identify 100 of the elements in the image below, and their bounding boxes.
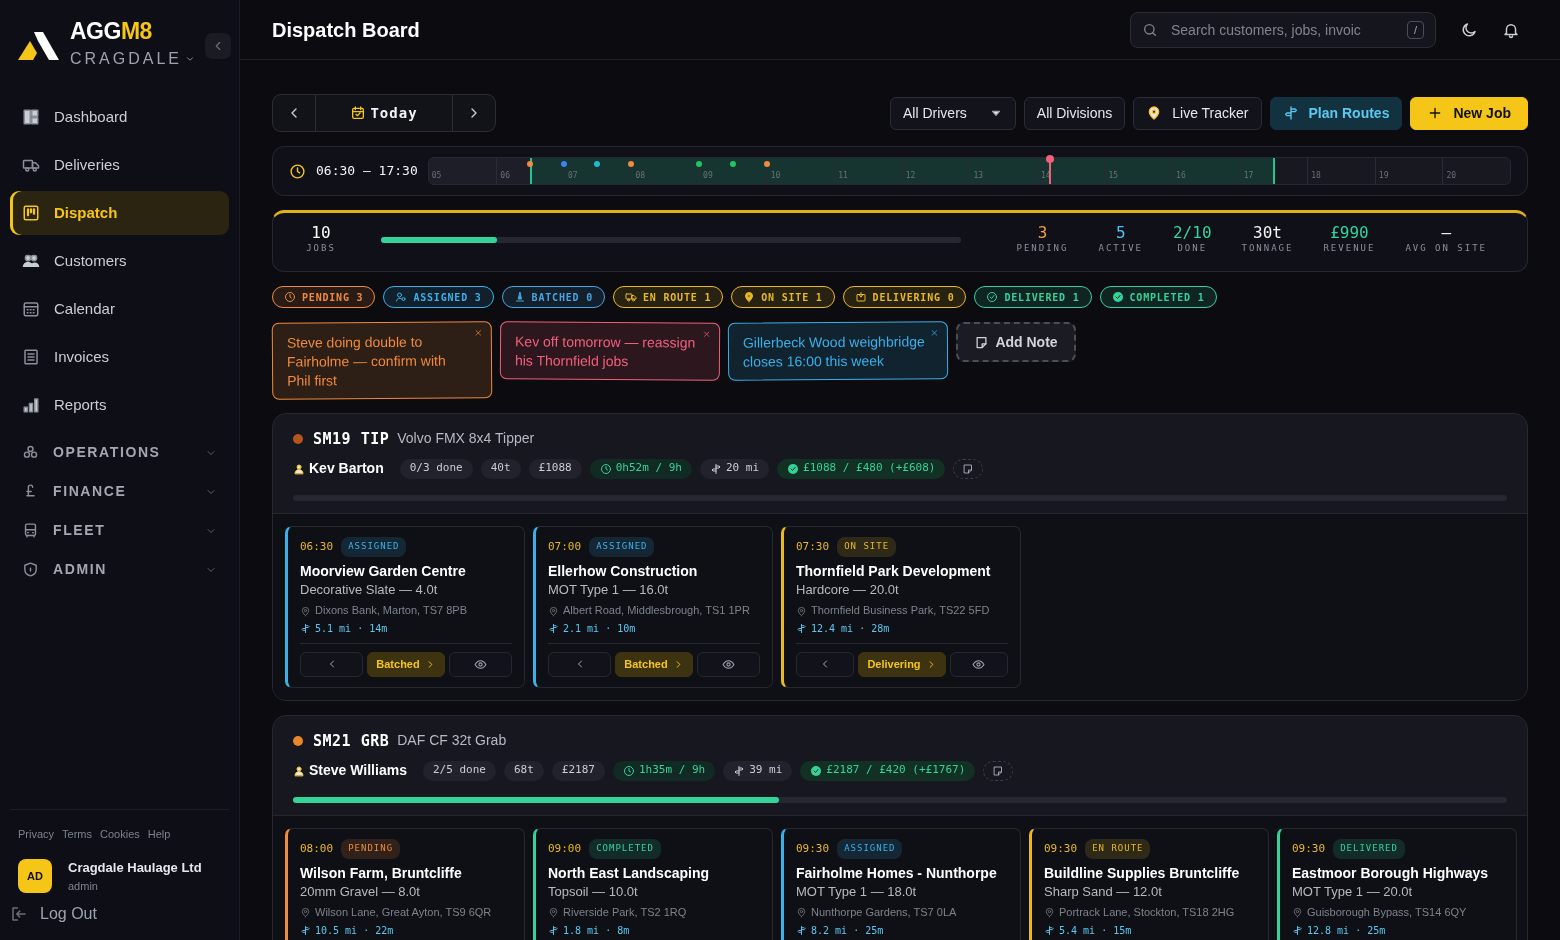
- stat-value: 10: [311, 224, 331, 243]
- summary-chip: £1088: [528, 458, 582, 479]
- check-circle-icon: [986, 291, 999, 303]
- status-filter-chip[interactable]: DELIVERED 1: [974, 286, 1092, 308]
- summary-chip: 20 mi: [699, 458, 770, 479]
- status-filter-chip[interactable]: BATCHED 0: [501, 286, 605, 308]
- summary-chip: 2/5 done: [422, 760, 496, 781]
- route-distance: 1.8 mi · 8m: [563, 924, 630, 937]
- sidebar-nav-item[interactable]: Dashboard: [10, 95, 229, 139]
- sidebar-section[interactable]: ADMIN: [10, 552, 229, 587]
- sidebar-nav-item[interactable]: Dispatch: [10, 191, 229, 235]
- job-material: Sharp Sand — 12.0t: [1044, 884, 1163, 901]
- vehicle-model: Volvo FMX 8x4 Tipper: [397, 429, 535, 449]
- job-address: Thornfield Business Park, TS22 5FD: [811, 604, 990, 618]
- location-pin-icon: [1044, 907, 1055, 919]
- sidebar-section[interactable]: OPERATIONS: [10, 435, 229, 470]
- footer-link[interactable]: Terms: [62, 825, 92, 842]
- sidebar-nav-item[interactable]: Customers: [10, 239, 229, 283]
- sidebar-nav-item[interactable]: Invoices: [10, 335, 229, 379]
- customer-name: Buildline Supplies Bruntcliffe: [1044, 864, 1241, 883]
- stat-label: ACTIVE: [1098, 242, 1143, 256]
- logout-button[interactable]: Log Out: [10, 902, 97, 926]
- job-material: MOT Type 1 — 20.0t: [1292, 884, 1414, 901]
- bar-chart-icon: [22, 396, 40, 414]
- shortcut-key: /: [1406, 20, 1424, 39]
- status-filter-chip[interactable]: ON SITE 1: [731, 286, 835, 308]
- close-icon: [929, 327, 939, 337]
- clock-icon: [622, 764, 635, 777]
- division-selector[interactable]: CRAGDALE: [70, 47, 196, 71]
- stat-label: PENDING: [1016, 242, 1069, 256]
- note-icon: [974, 334, 990, 350]
- footer-link[interactable]: Help: [147, 825, 171, 842]
- stat-value: 30t: [1253, 224, 1282, 243]
- eye-icon: [473, 657, 487, 671]
- hour-label: 13: [969, 158, 983, 184]
- note-text: Gillerbeck Wood weighbridge closes 16:00 this week: [742, 333, 925, 370]
- new-job-button[interactable]: New Job: [1410, 96, 1528, 130]
- signpost-icon: [1044, 925, 1055, 937]
- summary-chip: £2187: [551, 760, 605, 781]
- note-icon: [962, 462, 975, 475]
- signpost-icon: [300, 623, 311, 635]
- signpost-icon: [1292, 925, 1303, 937]
- search-icon: [1142, 21, 1158, 38]
- status-filter-chip[interactable]: EN ROUTE 1: [613, 286, 724, 308]
- add-note-button[interactable]: Add Note: [956, 322, 1076, 362]
- location-pin-icon: [1292, 907, 1303, 919]
- sidebar-nav-item[interactable]: Reports: [10, 383, 229, 427]
- hour-label: 15: [1104, 158, 1119, 184]
- clock-icon: [289, 162, 306, 180]
- shield-icon: [22, 561, 39, 578]
- hour-label: 12: [901, 158, 916, 184]
- advance-status-button[interactable]: Delivering: [858, 651, 946, 677]
- status-filter-chip[interactable]: COMPLETED 1: [1099, 286, 1217, 308]
- advance-status-button[interactable]: Batched: [367, 651, 445, 677]
- signpost-icon: [300, 925, 311, 937]
- plan-routes-button[interactable]: Plan Routes: [1269, 96, 1403, 130]
- location-pin-icon: [548, 907, 559, 919]
- route-distance: 2.1 mi · 10m: [563, 622, 636, 635]
- status-filter-chip[interactable]: ASSIGNED 3: [383, 286, 494, 308]
- footer-link[interactable]: Cookies: [100, 825, 140, 842]
- job-address: Riverside Park, TS2 1RQ: [563, 906, 687, 920]
- package-icon: [854, 291, 867, 303]
- stat-value: 3: [1037, 224, 1048, 243]
- truck-icon: [625, 291, 637, 303]
- divisions-filter[interactable]: All Divisions: [1023, 96, 1126, 130]
- footer-link[interactable]: Privacy: [18, 825, 55, 842]
- job-time: 09:30: [796, 840, 830, 857]
- job-address: Portrack Lane, Stockton, TS18 2HG: [1059, 906, 1235, 920]
- theme-toggle-button[interactable]: [1460, 20, 1478, 39]
- stat-label: DONE: [1177, 242, 1208, 256]
- live-tracker-button[interactable]: Live Tracker: [1133, 96, 1262, 130]
- customer-name: North East Landscaping: [548, 864, 711, 883]
- note-text: Steve doing double to Fairholme — confirm with Phil first: [286, 333, 446, 389]
- customer-name: Eastmoor Borough Highways: [1292, 864, 1490, 883]
- bus-icon: [22, 522, 39, 539]
- advance-status-button[interactable]: Batched: [615, 651, 693, 677]
- sidebar-section[interactable]: FINANCE: [10, 474, 229, 509]
- circles-icon: [22, 444, 39, 461]
- job-material: 20mm Gravel — 8.0t: [300, 884, 421, 901]
- job-status-badge: EN ROUTE: [1085, 839, 1151, 859]
- customer-name: Fairholme Homes - Nunthorpe: [796, 864, 998, 883]
- status-filter-chip[interactable]: DELIVERING 0: [842, 286, 967, 308]
- job-status-badge: COMPLETED: [589, 839, 661, 859]
- stat-value: 2/10: [1173, 224, 1212, 243]
- view-job-button[interactable]: [448, 651, 512, 677]
- job-material: Topsoil — 10.0t: [548, 884, 639, 901]
- view-job-button[interactable]: [949, 651, 1008, 677]
- invoice-icon: [22, 348, 40, 366]
- sidebar-section[interactable]: FLEET: [10, 513, 229, 548]
- sidebar-nav-item[interactable]: Deliveries: [10, 143, 229, 187]
- summary-chip: 40t: [480, 458, 521, 479]
- route-distance: 8.2 mi · 25m: [811, 924, 884, 937]
- view-job-button[interactable]: [696, 651, 760, 677]
- drivers-dropdown[interactable]: All Drivers: [890, 96, 1016, 130]
- status-filter-chip[interactable]: PENDING 3: [272, 286, 376, 308]
- sidebar-nav-item[interactable]: Calendar: [10, 287, 229, 331]
- shift-hours: 06:30 – 17:30: [316, 162, 418, 181]
- summary-chip: £1088 / £480 (+£608): [777, 458, 946, 479]
- hour-label: 20: [1442, 158, 1457, 184]
- route-distance: 10.5 mi · 22m: [315, 924, 394, 937]
